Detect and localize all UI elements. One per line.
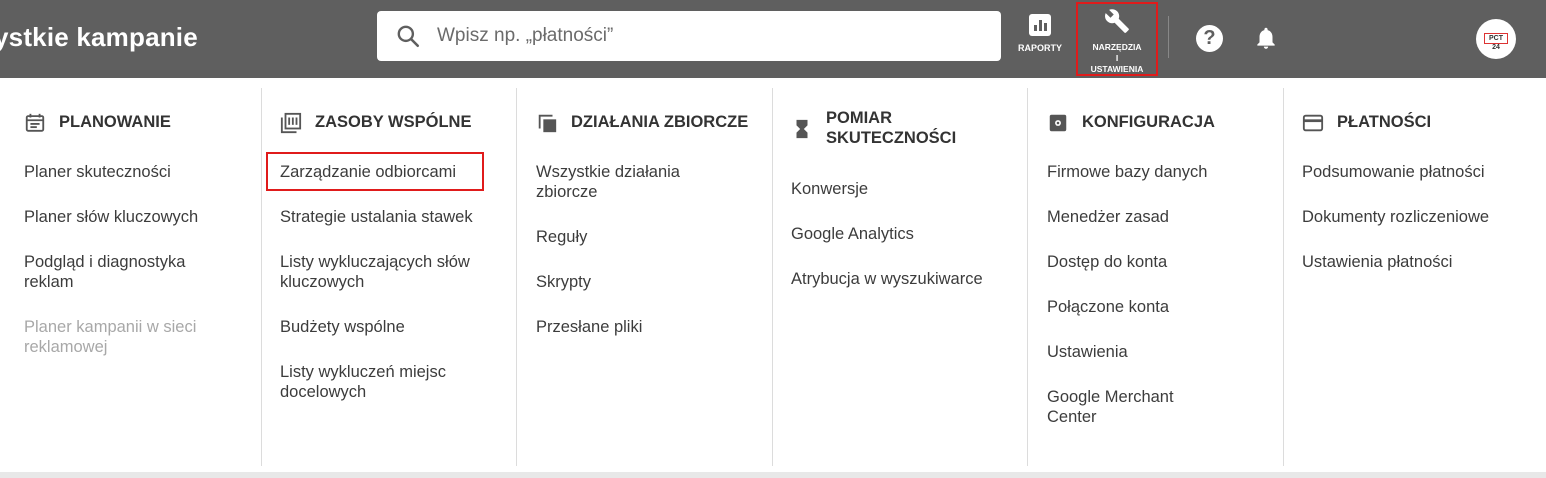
menu-item-search-attribution[interactable]: Atrybucja w wyszukiwarce: [791, 269, 983, 289]
menu-item-rules[interactable]: Reguły: [536, 227, 587, 247]
menu-item-audience-manager[interactable]: Zarządzanie odbiorcami: [280, 162, 456, 182]
menu-item-billing-documents[interactable]: Dokumenty rozliczeniowe: [1302, 207, 1489, 227]
hourglass-icon: [796, 119, 808, 139]
top-bar: ystkie kampanie RAPORTY NARZĘDZIA I USTA…: [0, 0, 1546, 78]
menu-item-ad-preview[interactable]: Podgląd i diagnostyka: [24, 252, 185, 272]
menu-item-settings[interactable]: Ustawienia: [1047, 342, 1128, 362]
column-heading: KONFIGURACJA: [1047, 112, 1215, 134]
column-heading: PŁATNOŚCI: [1302, 112, 1431, 134]
column-heading: DZIAŁANIA ZBIORCZE: [536, 112, 748, 134]
menu-item-placement-exclusion-lists-line-2[interactable]: docelowych: [280, 382, 366, 402]
menu-column-measurement: POMIAR SKUTECZNOŚCI Konwersje Google Ana…: [772, 88, 1027, 466]
heading-label: ZASOBY WSPÓLNE: [315, 113, 472, 131]
heading-label: DZIAŁANIA ZBIORCZE: [571, 113, 749, 131]
column-heading: ZASOBY WSPÓLNE: [280, 112, 471, 134]
reports-button[interactable]: RAPORTY: [1013, 14, 1067, 53]
heading-label: PLANOWANIE: [59, 113, 171, 131]
help-icon[interactable]: ?: [1196, 25, 1223, 52]
menu-column-shared-library: ZASOBY WSPÓLNE Zarządzanie odbiorcami St…: [261, 88, 516, 466]
menu-item-keyword-planner[interactable]: Planer słów kluczowych: [24, 207, 198, 227]
menu-item-billing-settings[interactable]: Ustawienia płatności: [1302, 252, 1452, 272]
heading-label: PŁATNOŚCI: [1337, 113, 1432, 131]
heading-label-line-1: POMIAR: [826, 109, 892, 127]
menu-item-all-bulk-actions-line-2[interactable]: zbiorcze: [536, 182, 597, 202]
tools-and-settings-button[interactable]: NARZĘDZIA I USTAWIENIA: [1076, 2, 1158, 76]
menu-item-merchant-center[interactable]: Google Merchant: [1047, 387, 1174, 407]
menu-item-negative-keyword-lists[interactable]: Listy wykluczających słów: [280, 252, 470, 272]
calendar-icon: [25, 113, 45, 132]
menu-item-linked-accounts[interactable]: Połączone konta: [1047, 297, 1169, 317]
menu-item-bid-strategies[interactable]: Strategie ustalania stawek: [280, 207, 473, 227]
page-title: ystkie kampanie: [0, 22, 198, 52]
column-heading: PLANOWANIE: [24, 112, 171, 134]
menu-column-setup: KONFIGURACJA Firmowe bazy danych Menedże…: [1027, 88, 1283, 466]
copy-icon: [538, 114, 557, 133]
menu-item-google-analytics[interactable]: Google Analytics: [791, 224, 914, 244]
tools-label-line-2: I: [1115, 53, 1119, 63]
menu-item-display-planner: Planer kampanii w sieci: [24, 318, 197, 336]
library-icon: [280, 112, 302, 134]
search-input[interactable]: [437, 11, 977, 61]
menu-column-bulk-actions: DZIAŁANIA ZBIORCZE Wszystkie działania z…: [516, 88, 772, 466]
bar-chart-icon: [1029, 14, 1051, 36]
avatar-logo-text: PCT 24: [1484, 33, 1508, 51]
menu-item-conversions[interactable]: Konwersje: [791, 179, 868, 199]
menu-item-display-planner-line-2: reklamowej: [24, 338, 108, 356]
menu-item-all-bulk-actions[interactable]: Wszystkie działania: [536, 162, 680, 182]
tools-label-line-1: NARZĘDZIA: [1092, 42, 1142, 52]
menu-item-placement-exclusion-lists[interactable]: Listy wykluczeń miejsc: [280, 362, 446, 382]
tools-label-line-3: USTAWIENIA: [1090, 64, 1144, 74]
credit-card-icon: [1302, 114, 1324, 132]
account-avatar[interactable]: PCT 24: [1476, 19, 1516, 59]
tools-menu-panel: PLANOWANIE Planer skuteczności Planer sł…: [0, 78, 1546, 472]
notifications-bell-icon[interactable]: [1253, 24, 1279, 52]
menu-column-billing: PŁATNOŚCI Podsumowanie płatności Dokumen…: [1283, 88, 1546, 466]
menu-item-scripts[interactable]: Skrypty: [536, 272, 591, 292]
menu-item-performance-planner[interactable]: Planer skuteczności: [24, 162, 171, 182]
menu-item-billing-summary[interactable]: Podsumowanie płatności: [1302, 162, 1485, 182]
menu-item-negative-keyword-lists-line-2[interactable]: kluczowych: [280, 272, 364, 292]
menu-item-policy-manager[interactable]: Menedżer zasad: [1047, 207, 1169, 227]
reports-label: RAPORTY: [1017, 43, 1062, 53]
column-heading: POMIAR SKUTECZNOŚCI: [791, 108, 956, 148]
menu-item-ad-preview-line-2[interactable]: reklam: [24, 272, 74, 292]
settings-icon: [1049, 114, 1067, 132]
menu-item-shared-budgets[interactable]: Budżety wspólne: [280, 317, 405, 337]
menu-item-merchant-center-line-2[interactable]: Center: [1047, 407, 1097, 427]
wrench-icon: [1105, 9, 1129, 33]
menu-item-uploads[interactable]: Przesłane pliki: [536, 317, 642, 337]
menu-item-account-access[interactable]: Dostęp do konta: [1047, 252, 1167, 272]
heading-label: KONFIGURACJA: [1082, 113, 1215, 131]
search-icon: [397, 25, 420, 48]
search-box[interactable]: [377, 11, 1001, 61]
heading-label-line-2: SKUTECZNOŚCI: [826, 129, 957, 147]
menu-item-business-data[interactable]: Firmowe bazy danych: [1047, 162, 1207, 182]
menu-column-planning: PLANOWANIE Planer skuteczności Planer sł…: [0, 88, 261, 466]
toolbar-divider: [1168, 16, 1169, 58]
